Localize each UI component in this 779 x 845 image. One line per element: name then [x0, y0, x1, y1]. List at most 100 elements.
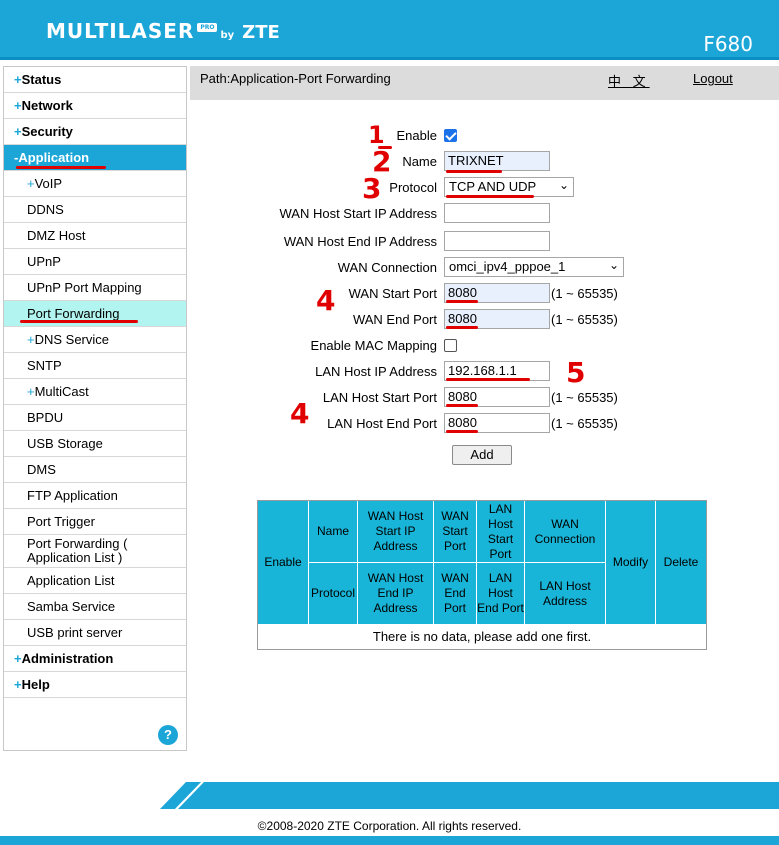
annotation-4b: 4 [290, 397, 310, 430]
sidebar-item-label: UPnP Port Mapping [27, 280, 142, 295]
annotation-underline [446, 404, 478, 407]
th-enable: Enable [258, 501, 309, 625]
name-input[interactable]: TRIXNET [444, 151, 550, 171]
expand-icon: + [27, 176, 35, 191]
brand-name: MULTILASER [46, 19, 195, 43]
brand-logo: MULTILASER PROby ZTE [46, 19, 280, 43]
sidebar-item-label: Status [21, 72, 62, 87]
sidebar-item-label: VoIP [34, 176, 63, 191]
mac-mapping-label: Enable MAC Mapping [310, 338, 437, 353]
enable-label: Enable [396, 128, 437, 143]
sidebar-item-security[interactable]: +Security [4, 119, 186, 145]
name-label: Name [402, 154, 437, 169]
wan-connection-value: omci_ipv4_pppoe_1 [449, 259, 566, 274]
sidebar-item-status[interactable]: +Status [4, 67, 186, 93]
annotation-3: 3 [362, 172, 382, 205]
wan-host-end-ip-input[interactable] [444, 231, 550, 251]
header-bar: MULTILASER PROby ZTE F680 [0, 0, 779, 60]
expand-icon: + [27, 384, 35, 399]
bottom-bar [0, 836, 779, 845]
th-lan-host-address: LAN Host Address [525, 563, 606, 625]
lan-host-start-port-label: LAN Host Start Port [322, 390, 437, 405]
sidebar-item-label: UPnP [27, 254, 61, 269]
th-protocol: Protocol [309, 563, 358, 625]
annotation-underline [446, 430, 478, 433]
footer-stripe [160, 782, 779, 809]
sidebar-item-label: USB Storage [27, 436, 103, 451]
sidebar-item-multicast[interactable]: +MultiCast [4, 379, 186, 405]
logout-link[interactable]: Logout [693, 71, 733, 86]
sidebar-item-label: DDNS [27, 202, 64, 217]
rules-table: Enable Name WAN Host Start IP Address WA… [257, 500, 707, 650]
sidebar-item-label: SNTP [27, 358, 62, 373]
sidebar-item-label: Samba Service [27, 599, 116, 614]
port-range-hint: (1 ~ 65535) [551, 390, 618, 405]
sidebar-item-label: BPDU [27, 410, 64, 425]
th-wan-connection: WAN Connection [525, 501, 606, 563]
brand-tag: PRO [197, 23, 218, 32]
protocol-label: Protocol [389, 180, 437, 195]
th-delete: Delete [656, 501, 706, 625]
sidebar-item-network[interactable]: +Network [4, 93, 186, 119]
sidebar-item-upnp-port-mapping[interactable]: UPnP Port Mapping [4, 275, 186, 301]
sidebar-item-dms[interactable]: DMS [4, 457, 186, 483]
sidebar-item-usb-print-server[interactable]: USB print server [4, 620, 186, 646]
wan-connection-select[interactable]: omci_ipv4_pppoe_1 ⌄ [444, 257, 624, 277]
footer-decoration [160, 782, 186, 809]
sidebar-item-sntp[interactable]: SNTP [4, 353, 186, 379]
expand-icon: + [14, 677, 22, 692]
add-button[interactable]: Add [452, 445, 512, 465]
wan-host-start-ip-input[interactable] [444, 203, 550, 223]
sidebar-item-label: Network [21, 98, 73, 113]
annotation-4: 4 [316, 284, 336, 317]
chevron-down-icon: ⌄ [608, 258, 619, 272]
empty-table-message: There is no data, please add one first. [372, 629, 592, 644]
sidebar-item-samba-service[interactable]: Samba Service [4, 594, 186, 620]
breadcrumb: Path:Application-Port Forwarding [200, 71, 391, 86]
expand-icon: + [14, 98, 22, 113]
sidebar-item-label: Port Forwarding ( Application List ) [27, 536, 128, 565]
sidebar-item-bpdu[interactable]: BPDU [4, 405, 186, 431]
th-modify: Modify [606, 501, 656, 625]
sidebar-item-application-list[interactable]: Application List [4, 568, 186, 594]
sidebar-item-usb-storage[interactable]: USB Storage [4, 431, 186, 457]
sidebar-item-dmz-host[interactable]: DMZ Host [4, 223, 186, 249]
th-wan-host-start: WAN Host Start IP Address [358, 501, 434, 563]
protocol-value: TCP AND UDP [449, 179, 537, 194]
sidebar-item-ftp-application[interactable]: FTP Application [4, 483, 186, 509]
expand-icon: + [27, 332, 35, 347]
help-icon[interactable]: ? [158, 725, 178, 745]
expand-icon: + [14, 124, 22, 139]
th-lan-host-start-port: LAN Host Start Port [477, 501, 525, 563]
sidebar-item-administration[interactable]: +Administration [4, 646, 186, 672]
th-name: Name [309, 501, 358, 563]
sidebar-item-voip[interactable]: +VoIP [4, 171, 186, 197]
language-link[interactable]: 中 文 [608, 71, 650, 90]
annotation-underline [446, 378, 530, 381]
sidebar-item-label: Security [21, 124, 73, 139]
wan-host-start-ip-label: WAN Host Start IP Address [279, 206, 438, 221]
th-wan-host-end: WAN Host End IP Address [358, 563, 434, 625]
sidebar-item-dns-service[interactable]: +DNS Service [4, 327, 186, 353]
sidebar-item-label: USB print server [27, 625, 123, 640]
expand-icon: + [14, 72, 22, 87]
sidebar-item-label: MultiCast [34, 384, 89, 399]
sidebar-item-label: Application List [27, 573, 115, 588]
protocol-select[interactable]: TCP AND UDP ⌄ [444, 177, 574, 197]
sidebar-item-label: DMZ Host [27, 228, 86, 243]
sidebar-item-label: Help [21, 677, 50, 692]
port-range-hint: (1 ~ 65535) [551, 312, 618, 327]
sidebar-item-label: Administration [21, 651, 114, 666]
annotation-underline [16, 166, 106, 169]
sidebar-item-ddns[interactable]: DDNS [4, 197, 186, 223]
sidebar-item-upnp[interactable]: UPnP [4, 249, 186, 275]
sidebar-item-port-forwarding-app-list[interactable]: Port Forwarding ( Application List ) [4, 535, 186, 568]
enable-checkbox[interactable] [444, 129, 457, 142]
sidebar-item-port-trigger[interactable]: Port Trigger [4, 509, 186, 535]
model-name: F680 [703, 32, 753, 56]
sidebar-item-port-forwarding[interactable]: Port Forwarding [4, 301, 186, 327]
wan-connection-label: WAN Connection [337, 260, 437, 275]
wan-host-end-ip-label: WAN Host End IP Address [283, 234, 437, 249]
sidebar-item-help[interactable]: +Help [4, 672, 186, 698]
mac-mapping-checkbox[interactable] [444, 339, 457, 352]
